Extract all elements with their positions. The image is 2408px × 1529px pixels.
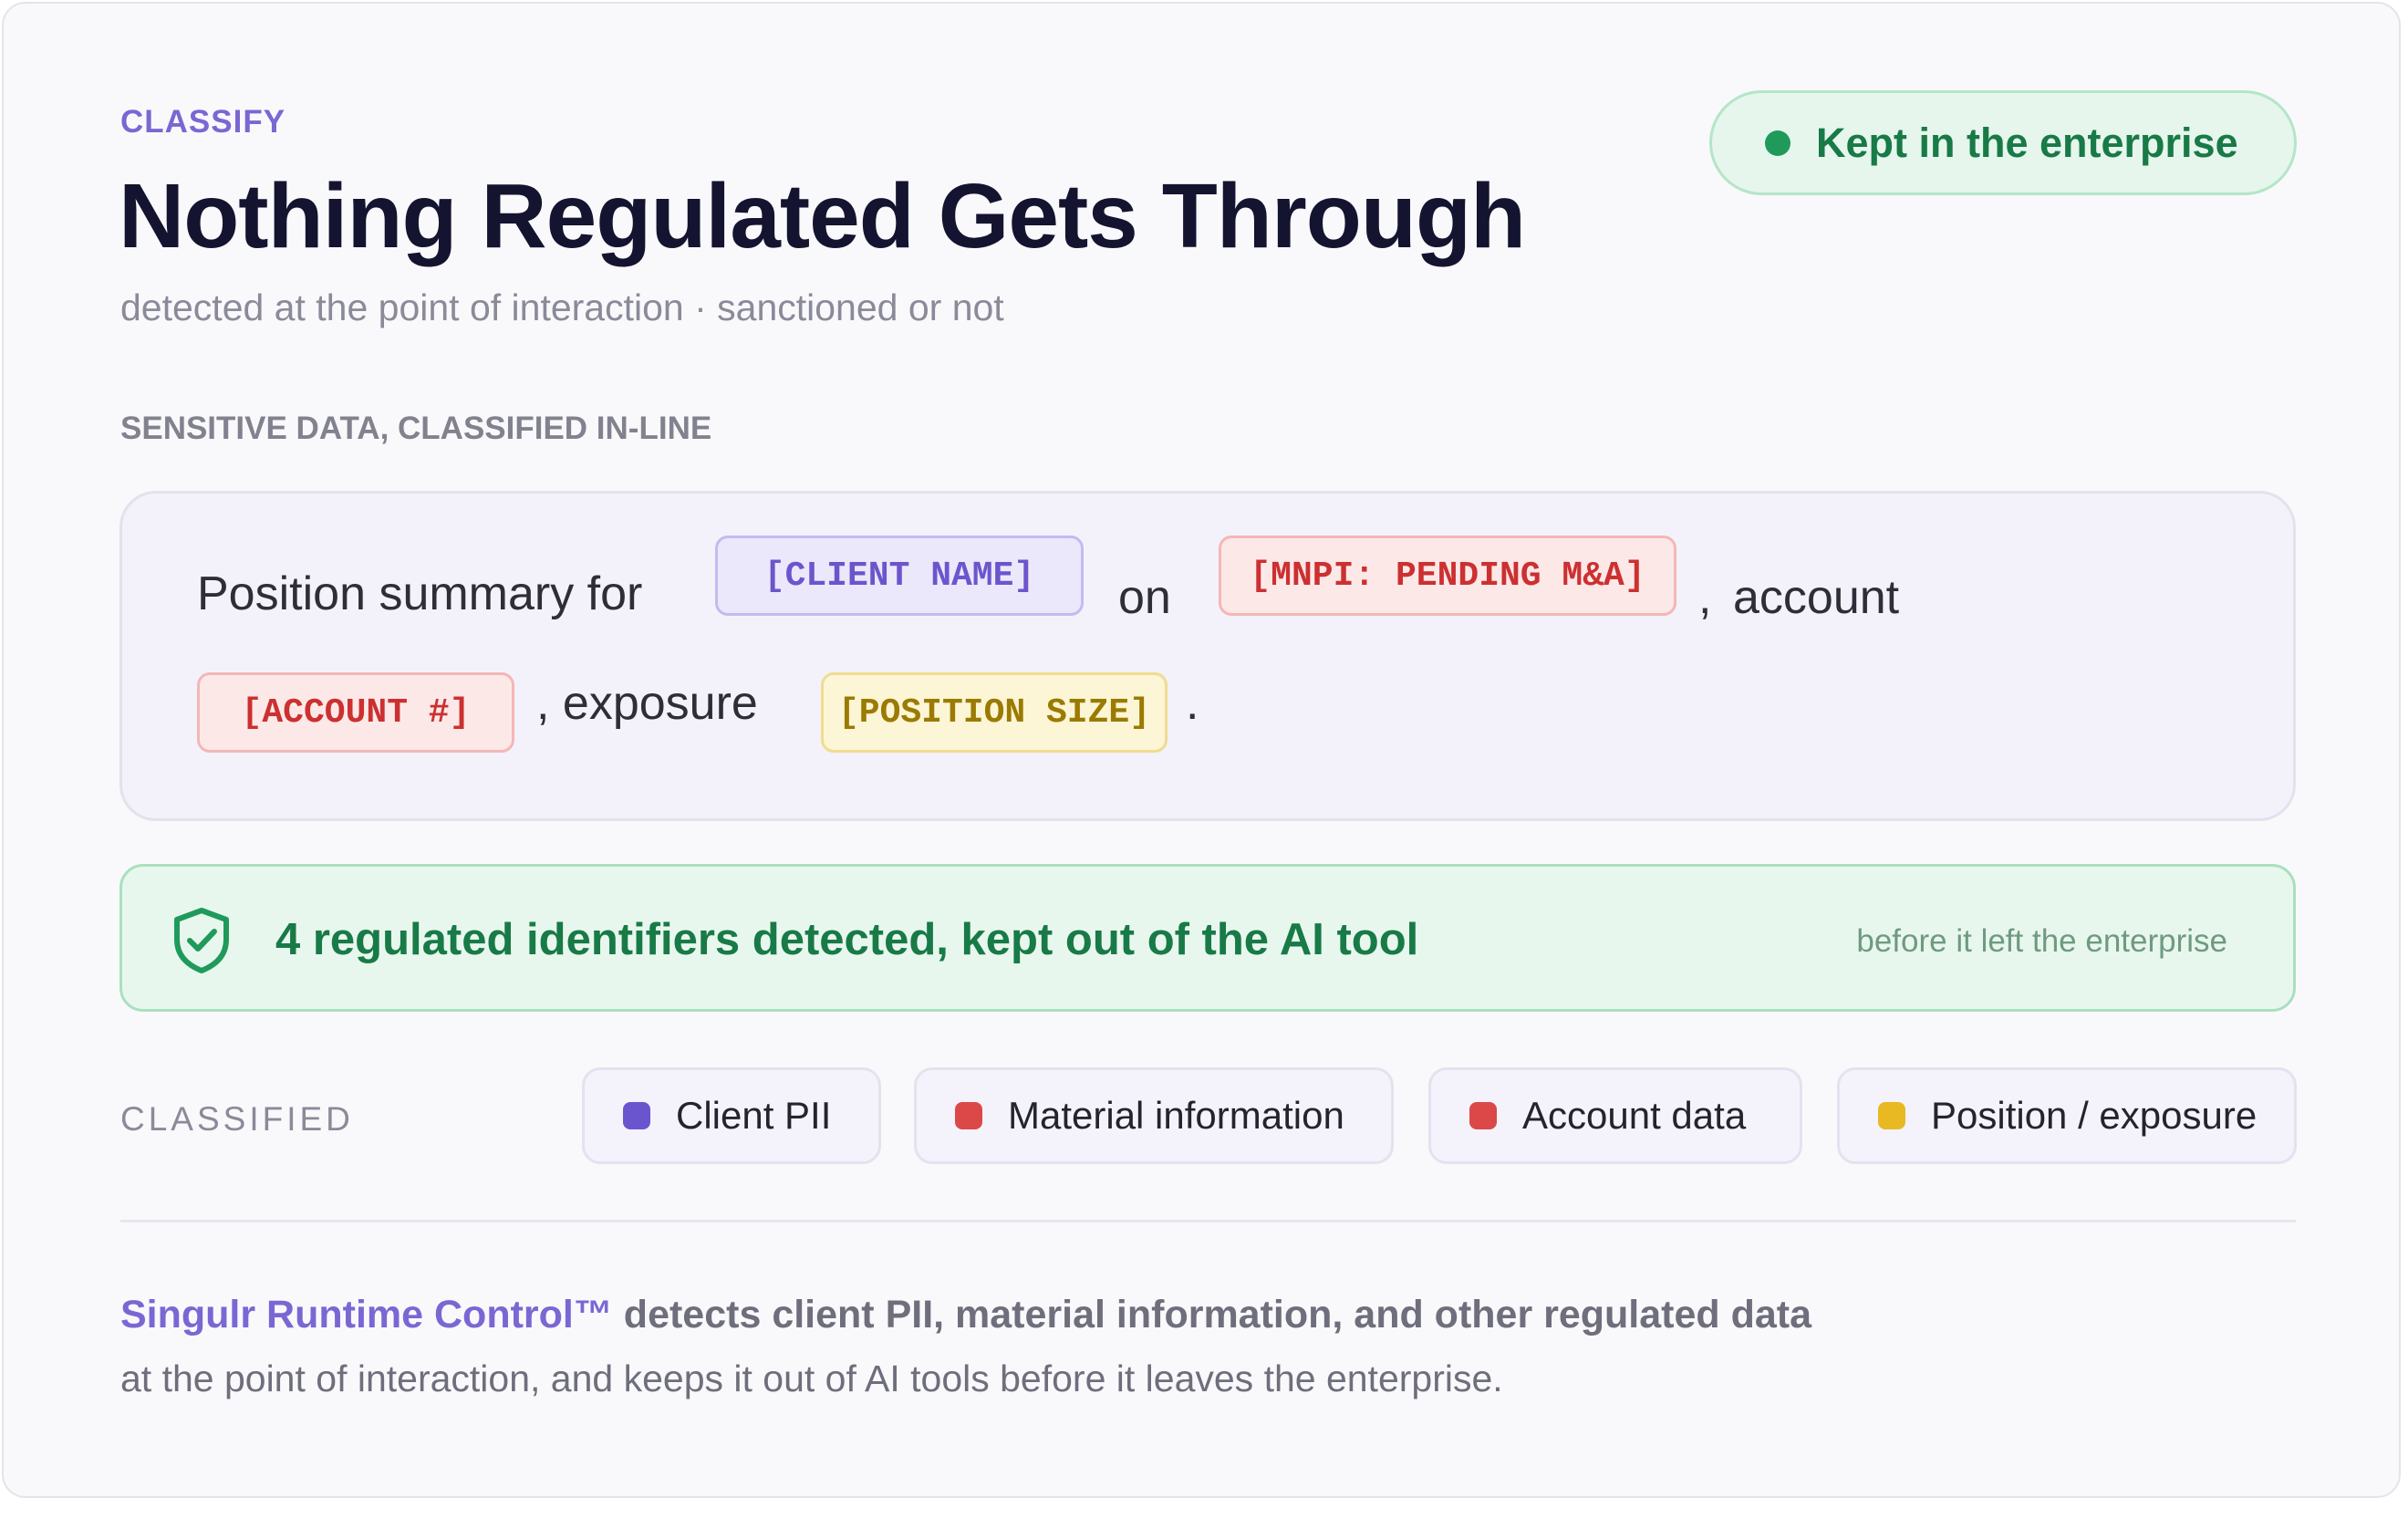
redaction-chip-mnpi: [MNPI: PENDING M&A]: [1219, 536, 1676, 616]
classified-label: CLASSIFIED: [120, 1100, 354, 1138]
prompt-text: on: [1118, 571, 1171, 624]
category-dot-icon: [623, 1102, 650, 1129]
category-dot-icon: [1878, 1102, 1905, 1129]
category-tag-client-pii: Client PII: [582, 1067, 881, 1164]
redaction-chip-client-name: [CLIENT NAME]: [715, 536, 1084, 616]
footer-line-1: Singulr Runtime Control™ detects client …: [120, 1293, 1811, 1337]
page-title: Nothing Regulated Gets Through: [119, 165, 1526, 267]
prompt-text: , exposure: [536, 677, 758, 730]
category-label: Position / exposure: [1931, 1094, 2258, 1137]
category-dot-icon: [955, 1102, 982, 1129]
status-label: Kept in the enterprise: [1816, 119, 2238, 166]
prompt-preview: Position summary for [CLIENT NAME] on [M…: [119, 491, 2296, 821]
category-tag-account-data: Account data: [1428, 1067, 1802, 1164]
footer-brand: Singulr Runtime Control™: [120, 1293, 613, 1337]
status-dot-icon: [1765, 130, 1790, 156]
divider: [120, 1220, 2296, 1222]
redaction-chip-position-size: [POSITION SIZE]: [821, 672, 1168, 753]
shield-check-icon: [174, 908, 229, 973]
prompt-text: Position summary for: [197, 567, 643, 620]
detection-result-banner: 4 regulated identifiers detected, kept o…: [119, 864, 2296, 1012]
result-message: 4 regulated identifiers detected, kept o…: [275, 915, 1419, 964]
category-label: Material information: [1008, 1094, 1344, 1137]
section-label: SENSITIVE DATA, CLASSIFIED IN-LINE: [120, 411, 712, 446]
result-subtext: before it left the enterprise: [1856, 923, 2227, 959]
classify-card: CLASSIFY Nothing Regulated Gets Through …: [2, 2, 2401, 1498]
category-tag-material-information: Material information: [914, 1067, 1394, 1164]
prompt-text: .: [1186, 677, 1199, 730]
category-label: Client PII: [676, 1094, 832, 1137]
footer-line-2: at the point of interaction, and keeps i…: [120, 1357, 1503, 1399]
category-tag-position-exposure: Position / exposure: [1837, 1067, 2297, 1164]
footer-text: detects client PII, material information…: [612, 1293, 1812, 1337]
prompt-text: account: [1733, 571, 1900, 624]
page-subtitle: detected at the point of interaction · s…: [120, 286, 1004, 328]
status-badge: Kept in the enterprise: [1709, 90, 2297, 195]
redaction-chip-account: [ACCOUNT #]: [197, 672, 514, 753]
category-dot-icon: [1469, 1102, 1497, 1129]
prompt-text: ,: [1698, 571, 1712, 624]
category-label: Account data: [1522, 1094, 1747, 1137]
eyebrow-label: CLASSIFY: [120, 104, 286, 140]
